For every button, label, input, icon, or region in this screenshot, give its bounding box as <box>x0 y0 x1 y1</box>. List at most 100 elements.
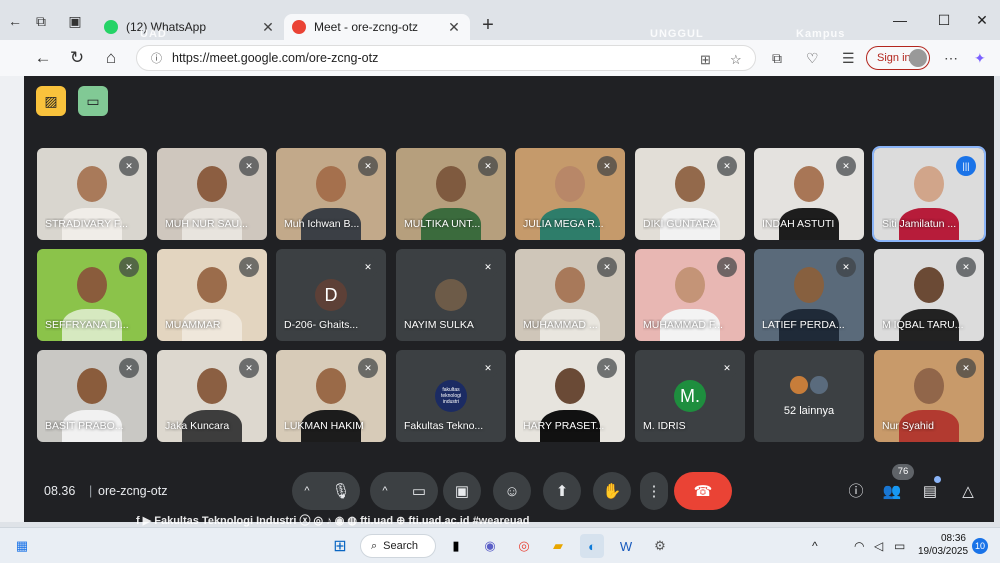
favorites-icon[interactable]: ☰ <box>842 50 855 67</box>
new-tab-button[interactable]: + <box>478 15 498 36</box>
more-options-button[interactable]: ⋮ <box>640 472 668 510</box>
search-icon: ⌕ <box>371 539 378 552</box>
mic-off-icon: ✕ <box>119 358 139 378</box>
reload-icon[interactable]: ↻ <box>66 47 88 69</box>
wifi-icon[interactable]: ◠ <box>854 539 864 553</box>
participant-tile[interactable]: 52 lainnya <box>754 350 864 442</box>
participant-tile[interactable]: BASIT PRABO... ✕ <box>37 350 147 442</box>
participant-tile[interactable]: Jaka Kuncara ✕ <box>157 350 267 442</box>
whatsapp-icon <box>104 20 118 34</box>
close-tab-icon[interactable]: ✕ <box>260 19 276 36</box>
person-head <box>914 166 944 202</box>
reactions-button[interactable]: ☺ <box>493 472 531 510</box>
participant-tile[interactable]: MUHAMMAD F... ✕ <box>635 249 745 341</box>
mic-off-icon: ✕ <box>956 257 976 277</box>
notification-badge[interactable]: 10 <box>972 538 988 554</box>
settings-gear-icon[interactable]: ⚙ <box>648 534 672 558</box>
workspaces-icon[interactable]: ⧉ <box>30 10 52 32</box>
no-camera-icon[interactable]: ▨ <box>36 86 66 116</box>
video-options-chevron-icon[interactable]: ^ <box>370 472 400 510</box>
participant-tile[interactable]: JULIA MEGA R... ✕ <box>515 148 625 240</box>
chrome-icon[interactable]: ◎ <box>512 534 536 558</box>
close-tab-icon[interactable]: ✕ <box>446 19 462 36</box>
participant-tile[interactable]: LATIEF PERDA... ✕ <box>754 249 864 341</box>
file-explorer-icon[interactable]: ▰ <box>546 534 570 558</box>
participant-tile[interactable]: D D-206- Ghaits... ✕ <box>276 249 386 341</box>
widgets-icon[interactable]: ▦ <box>10 534 34 558</box>
browser-essentials-icon[interactable]: ♡ <box>806 50 819 67</box>
present-button[interactable]: ⬆ <box>543 472 581 510</box>
chat-icon[interactable]: ▤ <box>918 480 942 504</box>
record-icon <box>292 20 306 34</box>
word-icon[interactable]: W <box>614 534 638 558</box>
clock-time: 08:36 <box>940 533 966 544</box>
devices-icon[interactable]: ▭ <box>78 86 108 116</box>
chevron-up-icon[interactable]: ^ <box>812 539 818 553</box>
participant-name: D-206- Ghaits... <box>284 319 359 331</box>
more-icon[interactable]: ⋯ <box>944 50 958 67</box>
mic-off-icon: ✕ <box>836 257 856 277</box>
battery-icon[interactable]: ▭ <box>894 539 905 553</box>
participant-tile[interactable]: MUH NUR SAU... ✕ <box>157 148 267 240</box>
minimize-button[interactable]: — <box>888 12 912 28</box>
person-head <box>197 368 227 404</box>
task-view-icon[interactable]: ▮ <box>444 534 468 558</box>
participant-tile[interactable]: MUHAMMAD ... ✕ <box>515 249 625 341</box>
arrow-left-icon[interactable]: ← <box>4 10 26 32</box>
avatar <box>788 374 810 396</box>
edge-icon[interactable]: ◐ <box>580 534 604 558</box>
audio-options-chevron-icon[interactable]: ^ <box>292 472 322 510</box>
taskbar-search[interactable]: ⌕ Search <box>360 534 436 558</box>
info-icon[interactable]: ⓘ <box>844 480 868 504</box>
participant-tile[interactable]: DIKI GUNTARA ✕ <box>635 148 745 240</box>
extensions-icon[interactable]: ⧉ <box>772 50 782 67</box>
home-icon[interactable]: ⌂ <box>100 47 122 69</box>
address-input[interactable]: ⓘ https://meet.google.com/ore-zcng-otz <box>136 45 756 71</box>
tab-actions-icon[interactable]: ▣ <box>64 10 86 32</box>
participant-tile[interactable]: Siti Jamilatun ... ||| <box>872 146 986 242</box>
participant-tile[interactable]: M. M. IDRIS ✕ <box>635 350 745 442</box>
teams-icon[interactable]: ◉ <box>478 534 502 558</box>
app-available-icon[interactable]: ⊞ <box>700 52 711 68</box>
participant-tile[interactable]: Muh Ichwan B... ✕ <box>276 148 386 240</box>
clock[interactable]: 08:36 19/03/2025 <box>918 532 969 558</box>
raise-hand-button[interactable]: ✋ <box>593 472 631 510</box>
participant-tile[interactable]: INDAH ASTUTI ✕ <box>754 148 864 240</box>
clock-date: 19/03/2025 <box>918 546 969 557</box>
camera-icon: ▭ <box>411 483 427 500</box>
activities-icon[interactable]: △ <box>956 480 980 504</box>
participant-tile[interactable]: MUAMMAR ✕ <box>157 249 267 341</box>
participant-tile[interactable]: fakultas teknologi industri Fakultas Tekn… <box>396 350 506 442</box>
participant-tile[interactable]: M IQBAL TARU... ✕ <box>874 249 984 341</box>
favorite-star-icon[interactable]: ☆ <box>730 52 742 68</box>
participant-tile[interactable]: MULTIKA UNT... ✕ <box>396 148 506 240</box>
close-window-button[interactable]: ✕ <box>970 12 994 29</box>
site-info-icon[interactable]: ⓘ <box>151 50 162 66</box>
people-icon[interactable]: 👥 <box>880 480 904 504</box>
mic-off-icon: ✕ <box>358 358 378 378</box>
copilot-icon[interactable]: ✦ <box>974 50 986 67</box>
mic-icon: 🎙 <box>331 483 351 500</box>
person-head <box>77 166 107 202</box>
tab-title: Meet - ore-zcng-otz <box>314 20 419 34</box>
participant-tile[interactable]: HARY PRASET... ✕ <box>515 350 625 442</box>
microphone-button[interactable]: 🎙 <box>322 472 360 510</box>
tab-meet[interactable]: Meet - ore-zcng-otz ✕ <box>284 14 470 40</box>
participant-tile[interactable]: STRADIVARY F... ✕ <box>37 148 147 240</box>
sign-in-button[interactable]: Sign in <box>866 46 930 70</box>
captions-icon: ▣ <box>454 483 470 500</box>
camera-button[interactable]: ▭ <box>400 472 438 510</box>
person-head <box>316 368 346 404</box>
participant-tile[interactable]: LUKMAN HAKIM ✕ <box>276 350 386 442</box>
maximize-button[interactable]: ☐ <box>932 12 956 29</box>
leave-call-button[interactable]: ☎ <box>674 472 732 510</box>
captions-button[interactable]: ▣ <box>443 472 481 510</box>
participant-tile[interactable]: Nur Syahid ✕ <box>874 350 984 442</box>
tab-whatsapp[interactable]: (12) WhatsApp ✕ <box>96 14 284 40</box>
participant-tile[interactable]: SEFFRYANA DI... ✕ <box>37 249 147 341</box>
volume-icon[interactable]: ◁ <box>874 539 883 553</box>
participant-tile[interactable]: NAYIM SULKA ✕ <box>396 249 506 341</box>
participant-name: INDAH ASTUTI <box>762 218 835 230</box>
back-icon[interactable]: ← <box>32 47 54 69</box>
windows-start-icon[interactable]: ⊞ <box>328 534 352 558</box>
